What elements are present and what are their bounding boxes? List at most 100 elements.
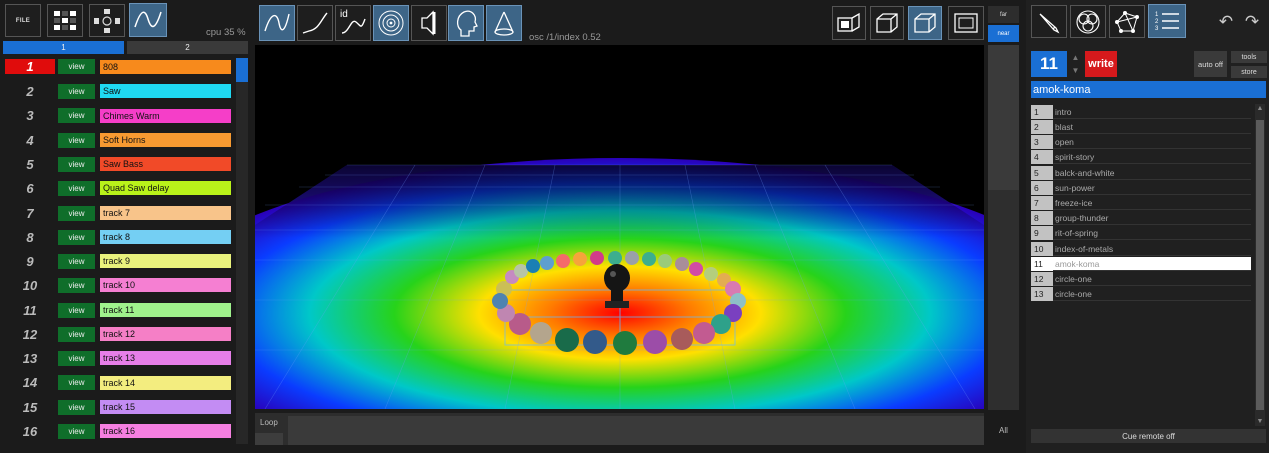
track-name[interactable]: track 9 [100, 254, 231, 268]
track-name[interactable]: track 11 [100, 303, 231, 317]
circles-tool-button[interactable] [1070, 5, 1106, 38]
all-button[interactable]: All [999, 426, 1008, 435]
track-name[interactable]: Soft Horns [100, 133, 231, 147]
track-number[interactable]: 1 [5, 59, 55, 74]
track-number[interactable]: 12 [5, 327, 55, 342]
cue-item[interactable]: index-of-metals [1053, 242, 1251, 256]
track-list-scrollbar[interactable] [236, 58, 248, 444]
speakers-button[interactable] [89, 4, 125, 37]
track-number[interactable]: 6 [5, 181, 55, 196]
id-curve-button[interactable]: id [335, 5, 371, 41]
track-view-button[interactable]: view [58, 303, 95, 318]
cue-item[interactable]: circle-one [1053, 272, 1251, 286]
cue-list-scrollbar[interactable]: ▲ ▼ [1255, 104, 1265, 426]
track-name[interactable]: track 8 [100, 230, 231, 244]
radius-button[interactable] [373, 5, 409, 41]
track-name[interactable]: 808 [100, 60, 231, 74]
scroll-up-icon[interactable]: ▲ [1255, 105, 1265, 112]
store-button[interactable]: store [1231, 66, 1267, 78]
matrix-view-button[interactable] [47, 4, 83, 37]
track-number[interactable]: 13 [5, 351, 55, 366]
near-button[interactable]: near [988, 25, 1019, 42]
speaker-button[interactable] [411, 5, 447, 41]
track-name[interactable]: track 13 [100, 351, 231, 365]
head-button[interactable] [448, 5, 484, 41]
track-view-button[interactable]: view [58, 181, 95, 196]
cone-button[interactable] [486, 5, 522, 41]
track-number[interactable]: 2 [5, 84, 55, 99]
far-button[interactable]: far [988, 6, 1019, 23]
track-number[interactable]: 15 [5, 400, 55, 415]
track-name[interactable]: track 16 [100, 424, 231, 438]
track-view-button[interactable]: view [58, 424, 95, 439]
camera-3d-button[interactable] [908, 6, 942, 40]
current-cue-number[interactable]: 11 [1031, 51, 1067, 77]
track-number[interactable]: 3 [5, 108, 55, 123]
trajectory-button[interactable] [129, 3, 167, 37]
track-number[interactable]: 4 [5, 133, 55, 148]
scroll-down-icon[interactable]: ▼ [1255, 418, 1265, 425]
track-number[interactable]: 11 [5, 303, 55, 318]
draw-tool-button[interactable] [1031, 5, 1067, 38]
cue-list-button[interactable]: 123 [1148, 4, 1186, 38]
undo-icon[interactable]: ↶ [1217, 13, 1235, 31]
cue-item[interactable]: rit-of-spring [1053, 226, 1251, 240]
cue-remote-button[interactable]: Cue remote off [1031, 429, 1266, 443]
track-name[interactable]: track 14 [100, 376, 231, 390]
track-number[interactable]: 9 [5, 254, 55, 269]
cue-item[interactable]: spirit-story [1053, 150, 1251, 164]
cue-item[interactable]: circle-one [1053, 287, 1251, 301]
loop-toggle[interactable] [255, 433, 283, 445]
track-view-button[interactable]: view [58, 108, 95, 123]
auto-off-button[interactable]: auto off [1194, 51, 1227, 77]
chevron-up-icon[interactable]: ▲ [1069, 51, 1082, 64]
track-number[interactable]: 10 [5, 278, 55, 293]
track-view-button[interactable]: view [58, 254, 95, 269]
track-view-button[interactable]: view [58, 157, 95, 172]
track-name[interactable]: track 7 [100, 206, 231, 220]
bank-tab-2[interactable]: 2 [127, 41, 248, 54]
cue-item[interactable]: open [1053, 135, 1251, 149]
track-view-button[interactable]: view [58, 375, 95, 390]
chevron-down-icon[interactable]: ▼ [1069, 64, 1082, 77]
ease-curve-button[interactable] [297, 5, 333, 41]
bank-tab-1[interactable]: 1 [3, 41, 124, 54]
track-view-button[interactable]: view [58, 327, 95, 342]
timeline-bar[interactable] [288, 416, 984, 445]
track-number[interactable]: 8 [5, 230, 55, 245]
write-button[interactable]: write [1085, 51, 1117, 77]
track-view-button[interactable]: view [58, 230, 95, 245]
scrollbar-thumb[interactable] [236, 58, 248, 82]
curve-tool-button[interactable] [259, 5, 295, 41]
cue-item[interactable]: group-thunder [1053, 211, 1251, 225]
track-name[interactable]: track 12 [100, 327, 231, 341]
track-number[interactable]: 5 [5, 157, 55, 172]
cue-item[interactable]: freeze-ice [1053, 196, 1251, 210]
spatial-3d-view[interactable] [255, 45, 984, 409]
track-name[interactable]: Chimes Warm [100, 109, 231, 123]
cue-item-selected[interactable]: amok-koma [1053, 257, 1251, 271]
track-number[interactable]: 16 [5, 424, 55, 439]
track-name[interactable]: Quad Saw delay [100, 181, 231, 195]
cue-item[interactable]: sun-power [1053, 181, 1251, 195]
cue-item[interactable]: balck-and-white [1053, 166, 1251, 180]
track-view-button[interactable]: view [58, 84, 95, 99]
track-view-button[interactable]: view [58, 59, 95, 74]
cue-item[interactable]: blast [1053, 120, 1251, 134]
spatial-scene[interactable] [255, 45, 984, 409]
network-tool-button[interactable] [1109, 5, 1145, 38]
track-number[interactable]: 7 [5, 206, 55, 221]
track-name[interactable]: Saw Bass [100, 157, 231, 171]
cue-item[interactable]: intro [1053, 105, 1251, 119]
track-name[interactable]: Saw [100, 84, 231, 98]
depth-slider[interactable] [988, 45, 1019, 410]
camera-perspective-button[interactable] [870, 6, 904, 40]
camera-side-button[interactable] [832, 6, 866, 40]
fullscreen-button[interactable] [948, 6, 984, 40]
track-name[interactable]: track 10 [100, 278, 231, 292]
file-button[interactable]: FILE [5, 4, 41, 37]
tools-button[interactable]: tools [1231, 51, 1267, 63]
scrollbar-thumb[interactable] [1256, 120, 1264, 410]
track-view-button[interactable]: view [58, 206, 95, 221]
track-number[interactable]: 14 [5, 375, 55, 390]
